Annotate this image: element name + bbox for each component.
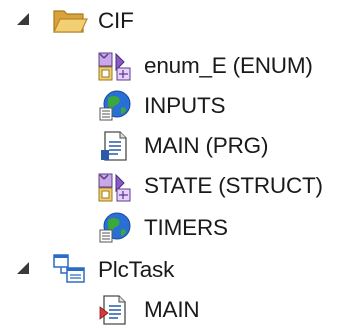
tree-node-label: CIF — [98, 8, 134, 33]
tree-node-label: enum_E (ENUM) — [144, 53, 313, 78]
tree-node-label: MAIN — [144, 297, 200, 322]
expanded-triangle-icon[interactable] — [17, 261, 31, 275]
tree-node-label: TIMERS — [144, 215, 228, 240]
tree-node-label: INPUTS — [144, 93, 226, 118]
dut-icon — [97, 171, 133, 203]
program-call-icon — [98, 294, 130, 326]
task-icon — [52, 253, 86, 285]
tree-node-label: STATE (STRUCT) — [144, 173, 323, 198]
expanded-triangle-icon[interactable] — [17, 12, 31, 26]
tree-node-label: MAIN (PRG) — [144, 133, 269, 158]
pou-program-icon — [99, 130, 129, 162]
dut-icon — [97, 50, 133, 82]
folder-open-icon — [52, 5, 88, 35]
gvl-globe-icon — [98, 88, 132, 122]
solution-tree: CIF enum_E (ENUM) INPUTS MAIN (PRG) STAT… — [0, 0, 339, 331]
tree-node-label: PlcTask — [98, 257, 175, 282]
gvl-globe-icon — [98, 210, 132, 244]
